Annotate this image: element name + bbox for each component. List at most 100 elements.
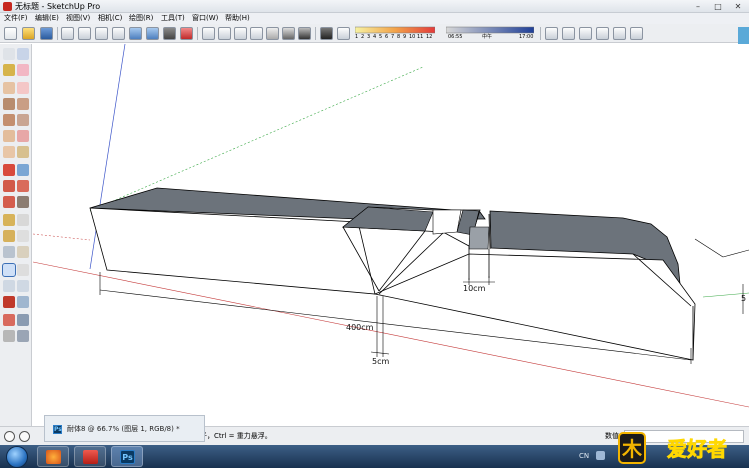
input-language-label[interactable]: CN bbox=[579, 452, 589, 461]
erase-icon[interactable] bbox=[112, 27, 125, 40]
scale-icon[interactable] bbox=[3, 196, 15, 208]
pencil-line-icon[interactable] bbox=[3, 82, 15, 94]
push-pull-icon[interactable] bbox=[17, 164, 29, 176]
paint-bucket-icon[interactable] bbox=[3, 64, 15, 76]
slot-face bbox=[468, 226, 490, 250]
toolbar-separator bbox=[197, 27, 198, 40]
rotated-rectangle-icon[interactable] bbox=[17, 98, 29, 110]
zoom-icon[interactable] bbox=[3, 280, 15, 292]
toolbar-separator bbox=[57, 27, 58, 40]
zoom-window-icon[interactable] bbox=[17, 280, 29, 292]
text-icon[interactable] bbox=[17, 230, 29, 242]
right-view-icon[interactable] bbox=[250, 27, 263, 40]
two-point-arc-icon[interactable] bbox=[17, 130, 29, 142]
pie-icon[interactable] bbox=[17, 146, 29, 158]
arc-icon[interactable] bbox=[3, 130, 15, 142]
axes-icon[interactable] bbox=[3, 246, 15, 258]
main-toolbar: 1 2 3 4 5 6 7 8 9 10 11 12 06:55 中午 17:0… bbox=[0, 24, 749, 43]
orbit-icon[interactable] bbox=[2, 263, 16, 277]
open-folder-icon[interactable] bbox=[22, 27, 35, 40]
warehouse-icon[interactable] bbox=[579, 27, 592, 40]
three-point-arc-icon[interactable] bbox=[3, 146, 15, 158]
new-file-icon[interactable] bbox=[4, 27, 17, 40]
section-plane-icon[interactable] bbox=[17, 330, 29, 342]
menu-view[interactable]: 视图(V) bbox=[66, 13, 90, 24]
iso-view-icon[interactable] bbox=[202, 27, 215, 40]
previous-view-icon[interactable] bbox=[17, 296, 29, 308]
model-viewport[interactable]: 400cm 5cm 10cm 5 bbox=[33, 44, 749, 426]
top-view-icon[interactable] bbox=[218, 27, 231, 40]
3d-text-icon[interactable] bbox=[17, 246, 29, 258]
move-icon[interactable] bbox=[3, 164, 15, 176]
polygon-icon[interactable] bbox=[17, 114, 29, 126]
start-button-icon[interactable] bbox=[6, 446, 28, 468]
menu-window[interactable]: 窗口(W) bbox=[192, 13, 218, 24]
building-icon[interactable] bbox=[562, 27, 575, 40]
undo-icon[interactable] bbox=[129, 27, 142, 40]
help-circle-icon[interactable] bbox=[4, 431, 15, 442]
front-view-icon[interactable] bbox=[234, 27, 247, 40]
xray-style-icon[interactable] bbox=[266, 27, 279, 40]
month-slider[interactable] bbox=[355, 26, 435, 34]
rotate-icon[interactable] bbox=[3, 180, 15, 192]
house-icon[interactable] bbox=[596, 27, 609, 40]
close-button[interactable]: ✕ bbox=[729, 1, 747, 12]
document-info: 耐体8 @ 66.7% (图层 1, RGB/8) * bbox=[67, 425, 180, 433]
minimize-button[interactable]: – bbox=[689, 1, 707, 12]
pan-hand-icon[interactable] bbox=[17, 264, 29, 276]
taskbar-firefox[interactable] bbox=[37, 446, 69, 467]
monochrome-style-icon[interactable] bbox=[298, 27, 311, 40]
model-info-icon[interactable] bbox=[180, 27, 193, 40]
extension-icon[interactable] bbox=[630, 27, 643, 40]
month-label: 9 bbox=[403, 34, 407, 40]
follow-me-icon[interactable] bbox=[17, 180, 29, 192]
firefox-icon bbox=[46, 450, 61, 464]
camera-position-icon[interactable] bbox=[545, 27, 558, 40]
tape-measure-icon[interactable] bbox=[3, 214, 15, 226]
freehand-icon[interactable] bbox=[17, 82, 29, 94]
menu-help[interactable]: 帮助(H) bbox=[225, 13, 250, 24]
dimension-icon[interactable] bbox=[17, 214, 29, 226]
dimension-length-label: 400cm bbox=[346, 323, 374, 332]
menu-draw[interactable]: 绘图(R) bbox=[129, 13, 153, 24]
shaded-style-icon[interactable] bbox=[282, 27, 295, 40]
copy-icon[interactable] bbox=[78, 27, 91, 40]
rectangle-icon[interactable] bbox=[3, 98, 15, 110]
dimension-gap-label: 10cm bbox=[463, 284, 486, 293]
taskbar-preview-popup[interactable]: Ps 耐体8 @ 66.7% (图层 1, RGB/8) * bbox=[44, 415, 205, 442]
sketchup-icon bbox=[83, 450, 98, 464]
walk-icon[interactable] bbox=[3, 330, 15, 342]
shadow-toggle-icon[interactable] bbox=[320, 27, 333, 40]
maximize-button[interactable]: □ bbox=[709, 1, 727, 12]
paste-icon[interactable] bbox=[95, 27, 108, 40]
toolbar-separator bbox=[315, 27, 316, 40]
circle-icon[interactable] bbox=[3, 114, 15, 126]
menu-file[interactable]: 文件(F) bbox=[4, 13, 28, 24]
model-drawing bbox=[33, 44, 749, 408]
position-camera-icon[interactable] bbox=[3, 314, 15, 326]
offset-icon[interactable] bbox=[17, 196, 29, 208]
eraser-icon[interactable] bbox=[17, 64, 29, 76]
taskbar-photoshop[interactable]: Ps bbox=[111, 446, 143, 467]
save-icon[interactable] bbox=[40, 27, 53, 40]
look-around-icon[interactable] bbox=[17, 314, 29, 326]
menu-camera[interactable]: 相机(C) bbox=[98, 13, 122, 24]
menu-tools[interactable]: 工具(T) bbox=[161, 13, 185, 24]
menu-edit[interactable]: 编辑(E) bbox=[35, 13, 59, 24]
network-icon[interactable] bbox=[596, 451, 605, 460]
month-label: 10 bbox=[409, 34, 416, 40]
month-label: 5 bbox=[379, 34, 383, 40]
fog-icon[interactable] bbox=[337, 27, 350, 40]
protractor-icon[interactable] bbox=[3, 230, 15, 242]
zoom-extents-icon[interactable] bbox=[3, 296, 15, 308]
redo-icon[interactable] bbox=[146, 27, 159, 40]
toolbar-separator bbox=[540, 27, 541, 40]
select-arrow-icon[interactable] bbox=[3, 48, 15, 60]
make-component-icon[interactable] bbox=[17, 48, 29, 60]
time-slider[interactable] bbox=[446, 26, 534, 34]
home-icon[interactable] bbox=[613, 27, 626, 40]
print-icon[interactable] bbox=[163, 27, 176, 40]
geo-location-icon[interactable] bbox=[19, 431, 30, 442]
cut-icon[interactable] bbox=[61, 27, 74, 40]
taskbar-sketchup[interactable] bbox=[74, 446, 106, 467]
